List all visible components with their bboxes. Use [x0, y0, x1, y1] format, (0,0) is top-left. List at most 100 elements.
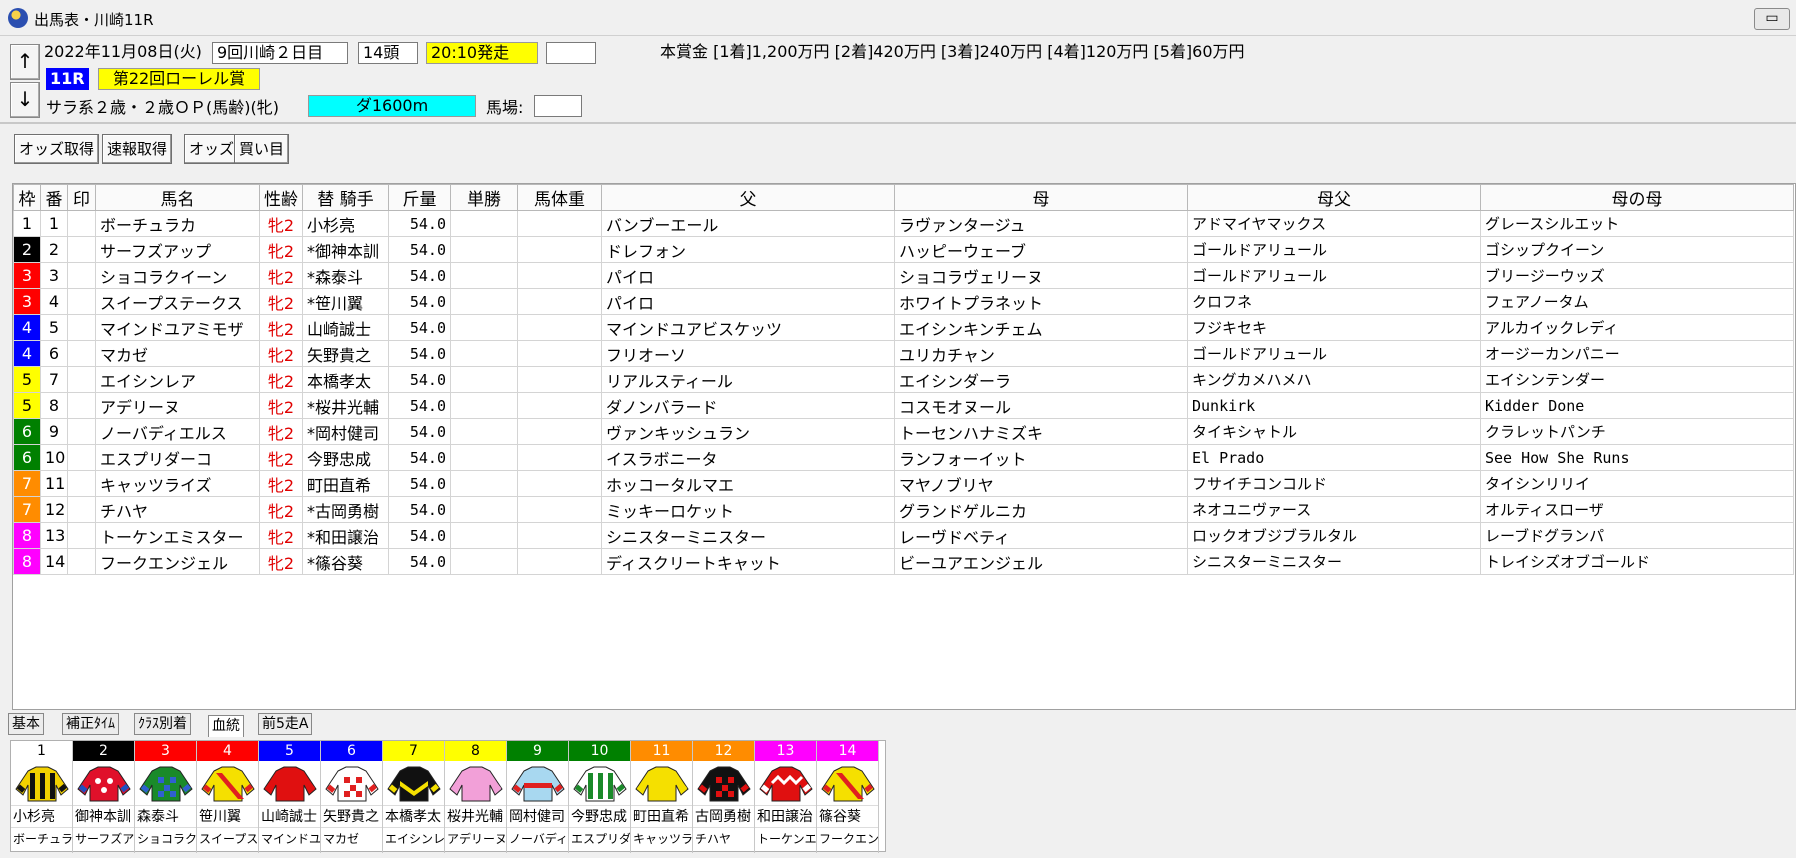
silk-number: 4 [197, 741, 258, 761]
table-row[interactable]: 3 3 ショコラクイーン 牝2 *森泰斗 54.0 パイロ ショコラヴェリーヌ ゴールドアリュー… [13, 262, 1794, 289]
silk-jockey-name: 和田譲治 [755, 805, 816, 827]
column-header[interactable]: 枠 [13, 184, 41, 211]
sire-cell: イスラボニータ [601, 444, 895, 471]
damsire-cell: シニスターミニスター [1187, 548, 1481, 575]
win-odds-cell [450, 210, 518, 237]
extra-field[interactable] [546, 42, 596, 64]
table-row[interactable]: 4 5 マインドユアミモザ 牝2 山崎誠士 54.0 マインドユアビスケッツ エイシンキンチ… [13, 314, 1794, 341]
odds-fetch-button[interactable]: オッズ取得 [14, 134, 100, 164]
silk-entry[interactable]: 12 古岡勇樹 チハヤ [693, 741, 755, 853]
empty-row [14, 653, 1794, 679]
silk-entry[interactable]: 7 本橋孝太 エイシンレ [383, 741, 445, 853]
column-header[interactable]: 母 [894, 184, 1188, 211]
column-header[interactable]: 単勝 [450, 184, 518, 211]
waku-cell: 3 [13, 262, 41, 289]
body-weight-cell [517, 418, 602, 445]
table-row[interactable]: 8 13 トーケンエミスター 牝2 *和田譲治 54.0 シニスターミニスター レーヴドベティ… [13, 522, 1794, 549]
dam-cell: グランドゲルニカ [894, 496, 1188, 523]
weight-cell: 54.0 [388, 262, 451, 289]
column-header[interactable]: 馬名 [95, 184, 260, 211]
waku-cell: 6 [13, 418, 41, 445]
weight-cell: 54.0 [388, 522, 451, 549]
table-row[interactable]: 5 7 エイシンレア 牝2 本橋孝太 54.0 リアルスティール エイシンダーラ キングカメハ… [13, 366, 1794, 393]
win-odds-cell [450, 496, 518, 523]
kaime-button[interactable]: 買い目 [234, 134, 290, 164]
dam-cell: ショコラヴェリーヌ [894, 262, 1188, 289]
mark-cell [67, 288, 96, 315]
silk-entry[interactable]: 13 和田譲治 トーケンエ [755, 741, 817, 853]
table-row[interactable]: 4 6 マカゼ 牝2 矢野貴之 54.0 フリオーソ ユリカチャン ゴールドアリュール オージー… [13, 340, 1794, 367]
horse-name-cell: エイシンレア [95, 366, 260, 393]
race-date: 2022年11月08日(火) [44, 42, 202, 61]
silk-number: 6 [321, 741, 382, 761]
silk-number: 2 [73, 741, 134, 761]
win-odds-cell [450, 470, 518, 497]
jockey-cell: *和田譲治 [302, 522, 389, 549]
silk-entry[interactable]: 9 岡村健司 ノーバディ [507, 741, 569, 853]
silk-horse-name: ショコラク [135, 827, 196, 849]
horse-name-cell: スイープステークス [95, 288, 260, 315]
silk-horse-name: サーフズア [73, 827, 134, 849]
table-row[interactable]: 2 2 サーフズアップ 牝2 *御神本訓 54.0 ドレフォン ハッピーウェーブ ゴールドアリュ… [13, 236, 1794, 263]
mark-cell [67, 418, 96, 445]
silk-jockey-name: 町田直希 [631, 805, 692, 827]
silk-jockey-name: 矢野貴之 [321, 805, 382, 827]
silk-entry[interactable]: 3 森泰斗 ショコラク [135, 741, 197, 853]
damsire-cell: ネオユニヴァース [1187, 496, 1481, 523]
silk-entry[interactable]: 5 山崎誠士 マインドユ [259, 741, 321, 853]
table-row[interactable]: 7 11 キャッツライズ 牝2 町田直希 54.0 ホッコータルマエ マヤノブリヤ フサイチコ… [13, 470, 1794, 497]
damdam-cell: Kidder Done [1480, 392, 1794, 419]
silk-entry[interactable]: 4 笹川翼 スイープス [197, 741, 259, 853]
column-header[interactable]: 番 [40, 184, 68, 211]
silk-jockey-name: 今野忠成 [569, 805, 630, 827]
silk-diamond-icon [321, 761, 382, 805]
silk-entry[interactable]: 6 矢野貴之 マカゼ [321, 741, 383, 853]
table-row[interactable]: 6 10 エスプリダーコ 牝2 今野忠成 54.0 イスラボニータ ランフォーイット El P… [13, 444, 1794, 471]
silk-plain-icon [259, 761, 320, 805]
table-row[interactable]: 7 12 チハヤ 牝2 *古岡勇樹 54.0 ミッキーロケット グランドゲルニカ ネオユニヴァー… [13, 496, 1794, 523]
odds-button[interactable]: オッズ [184, 134, 240, 164]
table-row[interactable]: 5 8 アデリーヌ 牝2 *桜井光輔 54.0 ダノンバラード コスモオヌール Dunkirk K… [13, 392, 1794, 419]
table-row[interactable]: 8 14 フークエンジェル 牝2 *篠谷葵 54.0 ディスクリートキャット ビーユアエンジェ… [13, 548, 1794, 575]
silk-jockey-name: 桜井光輔 [445, 805, 506, 827]
tab-class-betsu[interactable]: ｸﾗｽ別着 [134, 713, 191, 735]
track-condition-field[interactable] [534, 95, 582, 117]
toolbar: オッズ取得 速報取得 オッズ 買い目 [0, 126, 1796, 170]
silk-entry[interactable]: 14 篠谷葵 フークエン [817, 741, 879, 853]
sex-age-cell: 牝2 [259, 262, 303, 289]
column-header[interactable]: 馬体重 [517, 184, 602, 211]
weight-cell: 54.0 [388, 496, 451, 523]
silk-entry[interactable]: 11 町田直希 キャッツラ [631, 741, 693, 853]
sex-age-cell: 牝2 [259, 288, 303, 315]
column-header[interactable]: 父 [601, 184, 895, 211]
column-header[interactable]: 斤量 [388, 184, 451, 211]
sire-cell: ミッキーロケット [601, 496, 895, 523]
tab-kettou[interactable]: 血統 [208, 715, 244, 737]
silk-entry[interactable]: 8 桜井光輔 アデリーヌ [445, 741, 507, 853]
column-header[interactable]: 母の母 [1480, 184, 1794, 211]
silk-entry[interactable]: 2 御神本訓 サーフズア [73, 741, 135, 853]
column-header[interactable]: 印 [67, 184, 96, 211]
table-row[interactable]: 6 9 ノーバディエルス 牝2 *岡村健司 54.0 ヴァンキッシュラン トーセンハナミズキタ… [13, 418, 1794, 445]
mark-cell [67, 366, 96, 393]
table-row[interactable]: 3 4 スイープステークス 牝2 *笹川翼 54.0 パイロ ホワイトプラネット クロフネ フェア… [13, 288, 1794, 315]
damsire-cell: ゴールドアリュール [1187, 262, 1481, 289]
sex-age-cell: 牝2 [259, 366, 303, 393]
tab-hosei-time[interactable]: 補正ﾀｲﾑ [62, 713, 119, 735]
tab-kihon[interactable]: 基本 [8, 713, 44, 735]
silk-entry[interactable]: 10 今野忠成 エスプリダ [569, 741, 631, 853]
weight-cell: 54.0 [388, 210, 451, 237]
silk-entry[interactable]: 1 小杉亮 ボーチュラ [11, 741, 73, 853]
column-header[interactable]: 替 騎手 [302, 184, 389, 211]
sex-age-cell: 牝2 [259, 470, 303, 497]
table-row[interactable]: 1 1 ボーチュラカ 牝2 小杉亮 54.0 バンブーエール ラヴァンタージュ アドマイヤマッ… [13, 210, 1794, 237]
prev-race-button[interactable]: ↑ [10, 44, 40, 80]
damsire-cell: ロックオブジブラルタル [1187, 522, 1481, 549]
sokuho-fetch-button[interactable]: 速報取得 [102, 134, 173, 164]
restore-button[interactable]: ▭ [1754, 8, 1790, 30]
column-header[interactable]: 性齢 [259, 184, 303, 211]
entry-table: 枠番印馬名 性齢替 騎手 斤量 単勝 馬体重父母母父 母の母 1 1 ボーチュラカ 牝2 小杉亮… [13, 184, 1794, 679]
tab-zen5sou[interactable]: 前5走A [258, 713, 313, 735]
column-header[interactable]: 母父 [1187, 184, 1481, 211]
next-race-button[interactable]: ↓ [10, 82, 40, 118]
